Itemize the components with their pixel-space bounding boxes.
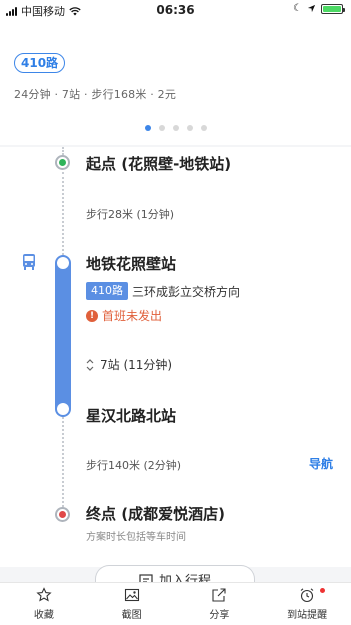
arrival-reminder-button[interactable]: 到站提醒 <box>263 583 351 625</box>
expand-icon <box>86 358 94 371</box>
start-title[interactable]: 起点 (花照壁-地铁站) <box>86 153 231 174</box>
stops-count: 7站 (11分钟) <box>100 358 173 372</box>
screenshot-button[interactable]: 截图 <box>88 583 176 625</box>
route-meta: 24分钟 · 7站 · 步行168米 · 2元 <box>14 88 177 101</box>
end-title[interactable]: 终点 (成都爱悦酒店) <box>86 503 225 524</box>
bottom-toolbar: 收藏 截图 分享 到站提醒 <box>0 582 351 625</box>
route-detail: 起点 (花照壁-地铁站) 步行28米 (1分钟) 地铁花照壁站 410路 三环成… <box>0 147 351 593</box>
notification-dot <box>320 588 325 593</box>
line-badge: 410路 <box>86 282 128 300</box>
start-node <box>55 155 70 170</box>
favorite-button[interactable]: 收藏 <box>0 583 88 625</box>
walk-line <box>62 147 64 155</box>
stops-toggle[interactable]: 7站 (11分钟) <box>86 356 172 373</box>
share-icon <box>212 588 226 602</box>
alarm-icon <box>300 588 314 603</box>
walk-segment-2: 步行140米 (2分钟) <box>86 459 182 472</box>
walk-segment-1: 步行28米 (1分钟) <box>86 208 175 221</box>
arrival-reminder-label: 到站提醒 <box>287 610 328 621</box>
alight-stop-node <box>57 403 69 415</box>
page-indicator <box>0 125 351 131</box>
bus-icon <box>23 254 35 270</box>
walk-line <box>62 172 64 255</box>
favorite-label: 收藏 <box>33 610 54 621</box>
route-badge: 410路 <box>14 53 66 73</box>
navigate-link[interactable]: 导航 <box>309 455 333 472</box>
alight-stop-title[interactable]: 星汉北路北站 <box>86 405 176 426</box>
board-stop-node <box>57 257 69 269</box>
page-dot <box>200 125 207 131</box>
bus-segment-line <box>55 255 71 417</box>
end-note: 方案时长包括等车时间 <box>86 532 186 543</box>
share-button[interactable]: 分享 <box>176 583 264 625</box>
direction-label: 三环成彭立交桥方向 <box>132 285 241 299</box>
share-label: 分享 <box>209 610 230 621</box>
page-dot <box>186 125 193 131</box>
page-dot <box>144 125 151 131</box>
screenshot-label: 截图 <box>121 610 142 621</box>
star-icon <box>36 587 52 602</box>
moon-icon: ☾ <box>293 3 302 14</box>
location-icon <box>307 4 316 13</box>
warning-message: ! 首班未发出 <box>86 307 162 324</box>
end-node <box>55 507 70 522</box>
battery-icon <box>321 3 345 14</box>
page-dot <box>158 125 165 131</box>
page-dot <box>172 125 179 131</box>
image-icon <box>124 588 139 602</box>
status-bar: 中国移动 06:36 ☾ <box>0 0 351 20</box>
walk-line <box>62 417 64 507</box>
board-stop-title[interactable]: 地铁花照壁站 <box>86 253 176 274</box>
route-summary-card[interactable]: 410路 24分钟 · 7站 · 步行168米 · 2元 <box>0 20 351 145</box>
warning-icon: ! <box>86 309 98 322</box>
warning-text: 首班未发出 <box>102 309 163 323</box>
